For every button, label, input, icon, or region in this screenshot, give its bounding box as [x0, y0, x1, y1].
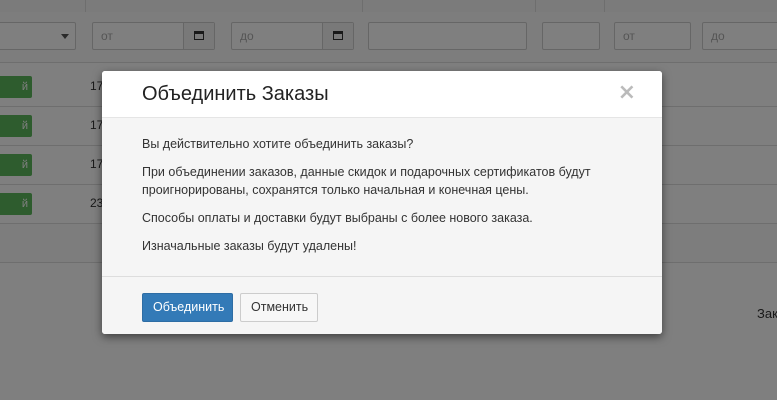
cancel-button[interactable]: Отменить [240, 293, 318, 322]
merge-orders-dialog: Объединить Заказы × Вы действительно хот… [102, 71, 662, 334]
discount-warning: При объединении заказов, данные скидок и… [142, 165, 591, 197]
modal-header: Объединить Заказы × [102, 71, 662, 118]
confirm-question: Вы действительно хотите объединить заказ… [142, 137, 414, 151]
deletion-warning: Изначальные заказы будут удалены! [142, 239, 357, 253]
modal-footer: Объединить Отменить [102, 276, 662, 334]
modal-body: Вы действительно хотите объединить заказ… [102, 118, 662, 276]
close-icon[interactable]: × [618, 82, 636, 104]
merge-button[interactable]: Объединить [142, 293, 233, 322]
modal-title: Объединить Заказы [142, 83, 329, 105]
payment-delivery-note: Способы оплаты и доставки будут выбраны … [142, 211, 533, 225]
